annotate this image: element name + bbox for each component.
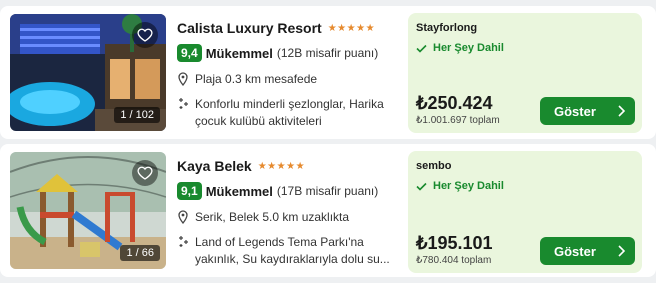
provider-name: sembo	[416, 160, 452, 172]
feature-text: Land of Legends Tema Parkı'na yakınlık, …	[195, 235, 390, 266]
board-type: Her Şey Dahil	[416, 42, 504, 54]
feature-text: Konforlu minderli şezlonglar, Harika çoc…	[195, 97, 384, 128]
board-type: Her Şey Dahil	[416, 180, 504, 192]
hotel-name[interactable]: Kaya Belek	[177, 158, 252, 174]
photo-counter: 1 / 102	[114, 107, 160, 123]
guest-score-badge: 9,1	[177, 182, 202, 200]
distance-text: Serik, Belek 5.0 km uzaklıkta	[195, 210, 350, 224]
rating-count: (12B misafir puanı)	[276, 46, 379, 60]
chevron-right-icon	[618, 245, 625, 257]
location-pin-icon	[177, 72, 189, 86]
board-type-label: Her Şey Dahil	[433, 180, 504, 192]
hotel-photo[interactable]: 1 / 66	[10, 152, 166, 269]
location-pin-icon	[177, 210, 189, 224]
chevron-right-icon	[618, 105, 625, 117]
nightly-price: ₺195.101	[416, 233, 493, 253]
sparkle-icon	[177, 234, 189, 268]
nightly-price: ₺250.424	[416, 93, 493, 113]
photo-counter: 1 / 66	[120, 245, 160, 261]
distance-text: Plaja 0.3 km mesafede	[195, 72, 318, 86]
hotel-card[interactable]: 1 / 102 Calista Luxury Resort ★★★★★ 9,4 …	[0, 6, 656, 139]
checkmark-icon	[416, 182, 427, 191]
favorite-button[interactable]	[132, 160, 158, 186]
guest-score-badge: 9,4	[177, 44, 202, 62]
deal-box[interactable]: sembo Her Şey Dahil ₺195.101 ₺780.404 to…	[408, 151, 642, 273]
favorite-button[interactable]	[132, 22, 158, 48]
board-type-label: Her Şey Dahil	[433, 42, 504, 54]
total-price: ₺780.404 toplam	[416, 255, 492, 266]
star-rating: ★★★★★	[327, 22, 376, 34]
hotel-info: Calista Luxury Resort ★★★★★ 9,4 Mükemmel…	[177, 18, 397, 130]
hotel-info: Kaya Belek ★★★★★ 9,1 Mükemmel (17B misaf…	[177, 156, 397, 268]
show-deal-button[interactable]: Göster	[540, 97, 635, 125]
heart-icon	[137, 166, 153, 180]
show-deal-label: Göster	[554, 243, 596, 259]
rating-label: Mükemmel	[205, 183, 273, 199]
total-price: ₺1.001.697 toplam	[416, 115, 500, 126]
hotel-card[interactable]: 1 / 66 Kaya Belek ★★★★★ 9,1 Mükemmel (17…	[0, 144, 656, 277]
provider-name: Stayforlong	[416, 22, 478, 34]
hotel-photo[interactable]: 1 / 102	[10, 14, 166, 131]
sparkle-icon	[177, 96, 189, 130]
rating-label: Mükemmel	[205, 45, 273, 61]
deal-box[interactable]: Stayforlong Her Şey Dahil ₺250.424 ₺1.00…	[408, 13, 642, 133]
checkmark-icon	[416, 44, 427, 53]
show-deal-button[interactable]: Göster	[540, 237, 635, 265]
heart-icon	[137, 28, 153, 42]
show-deal-label: Göster	[554, 103, 596, 119]
rating-count: (17B misafir puanı)	[276, 184, 379, 198]
star-rating: ★★★★★	[257, 160, 306, 172]
hotel-name[interactable]: Calista Luxury Resort	[177, 20, 322, 36]
